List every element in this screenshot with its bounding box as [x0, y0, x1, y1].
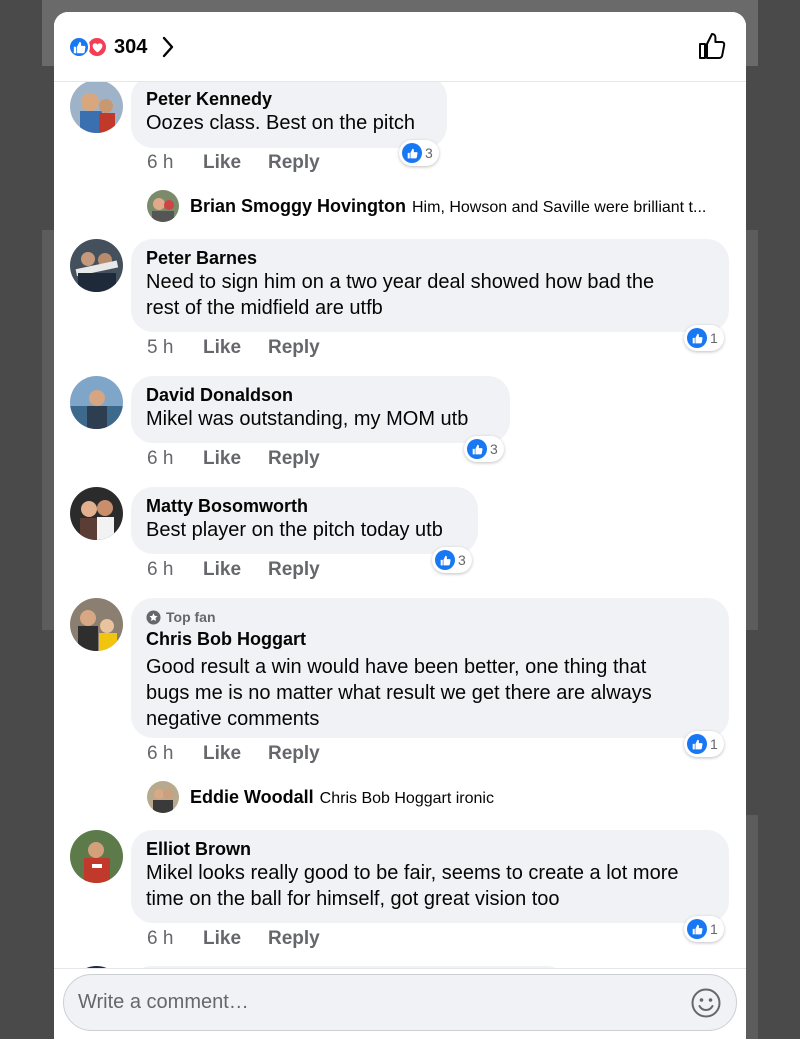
reply-link[interactable]: Reply — [268, 152, 320, 174]
comment-timestamp[interactable]: 6 h — [147, 743, 203, 765]
comment-timestamp[interactable]: 6 h — [147, 559, 203, 581]
reply-text: Him, Howson and Saville were brilliant t… — [412, 199, 707, 216]
top-fan-badge: Top fan — [146, 608, 714, 626]
like-icon — [435, 550, 455, 570]
comment-timestamp[interactable]: 6 h — [147, 152, 203, 174]
comment-text: Mikel looks really good to be fair, seem… — [146, 862, 679, 884]
avatar[interactable] — [70, 598, 123, 651]
reaction-badge[interactable]: 1 — [684, 325, 724, 351]
reaction-badge[interactable]: 3 — [399, 140, 439, 166]
reaction-badge[interactable]: 3 — [464, 436, 504, 462]
comment-author[interactable]: Chris Bob Hoggart — [146, 628, 714, 650]
reaction-count: 3 — [458, 552, 466, 568]
avatar[interactable] — [70, 487, 123, 540]
comment-actions: 5 h Like Reply — [147, 337, 320, 359]
avatar[interactable] — [70, 376, 123, 429]
comment-timestamp[interactable]: 6 h — [147, 928, 203, 950]
comments-list: Peter Kennedy Oozes class. Best on the p… — [54, 82, 746, 968]
like-icon — [402, 143, 422, 163]
chevron-right-icon[interactable] — [161, 36, 175, 58]
avatar[interactable] — [147, 190, 179, 222]
reaction-count: 1 — [710, 736, 718, 752]
avatar[interactable] — [70, 239, 123, 292]
comment-text: negative comments — [146, 708, 320, 730]
comment-text: Oozes class. Best on the pitch — [146, 112, 416, 134]
avatar[interactable] — [70, 82, 123, 133]
sheet-header: 304 — [54, 12, 746, 82]
like-link[interactable]: Like — [203, 448, 268, 470]
avatar[interactable] — [70, 830, 123, 883]
reaction-summary[interactable]: 304 — [68, 34, 175, 60]
reaction-count: 1 — [710, 330, 718, 346]
like-link[interactable]: Like — [203, 337, 268, 359]
comment-bubble: Top fan Chris Bob Hoggart Good result a … — [131, 598, 729, 738]
like-icon — [687, 919, 707, 939]
comment-composer-bar — [54, 968, 746, 1039]
comment-bubble: Peter Barnes Need to sign him on a two y… — [131, 239, 729, 332]
emoji-icon[interactable] — [690, 987, 722, 1019]
reaction-count: 3 — [490, 441, 498, 457]
comment-bubble: Matty Bosomworth Best player on the pitc… — [131, 487, 478, 554]
reply-text: Chris Bob Hoggart ironic — [319, 790, 494, 807]
like-icon — [687, 328, 707, 348]
comment-actions: 6 h Like Reply — [147, 448, 320, 470]
like-link[interactable]: Like — [203, 152, 268, 174]
like-link[interactable]: Like — [203, 743, 268, 765]
comment-bubble: Peter Kennedy Oozes class. Best on the p… — [131, 82, 447, 148]
comment-author[interactable]: Peter Barnes — [146, 247, 714, 269]
comment-bubble: David Donaldson Mikel was outstanding, m… — [131, 376, 510, 443]
avatar[interactable] — [147, 781, 179, 813]
like-button-icon[interactable] — [696, 30, 728, 62]
comment-timestamp[interactable]: 6 h — [147, 448, 203, 470]
background-feed-image — [744, 230, 758, 630]
like-icon — [68, 36, 90, 58]
comment-actions: 6 h Like Reply — [147, 928, 320, 950]
reaction-badge[interactable]: 3 — [432, 547, 472, 573]
comment-author[interactable]: Peter Kennedy — [146, 88, 432, 110]
like-link[interactable]: Like — [203, 928, 268, 950]
comment-text: Best player on the pitch today utb — [146, 519, 443, 541]
reply-link[interactable]: Reply — [268, 928, 320, 950]
reply-author: Brian Smoggy Hovington — [190, 196, 406, 216]
comment-text: Good result a win would have been better… — [146, 656, 647, 678]
reply-link[interactable]: Reply — [268, 337, 320, 359]
background-feed-image — [744, 815, 758, 1039]
comment-text: Mikel was outstanding, my MOM utb — [146, 408, 469, 430]
reply-link[interactable]: Reply — [268, 448, 320, 470]
comment-author[interactable]: David Donaldson — [146, 384, 495, 406]
comment-actions: 6 h Like Reply — [147, 559, 320, 581]
comment-text: time on the ball for himself, got great … — [146, 888, 560, 910]
reply-link[interactable]: Reply — [268, 559, 320, 581]
comment-author[interactable]: Matty Bosomworth — [146, 495, 463, 517]
comment-text: bugs me is no matter what result we get … — [146, 682, 652, 704]
comment-composer[interactable] — [63, 974, 737, 1031]
reaction-badge[interactable]: 1 — [684, 731, 724, 757]
reply-link[interactable]: Reply — [268, 743, 320, 765]
comment-bubble: Elliot Brown Mikel looks really good to … — [131, 830, 729, 923]
reactions-comments-sheet: 304 Peter Kennedy Oozes class. Best on t… — [54, 12, 746, 1039]
comment-actions: 6 h Like Reply — [147, 743, 320, 765]
top-fan-label: Top fan — [166, 609, 216, 625]
reaction-badge[interactable]: 1 — [684, 916, 724, 942]
comment-author[interactable]: Elliot Brown — [146, 838, 714, 860]
reaction-count: 304 — [114, 35, 148, 58]
star-badge-icon — [146, 609, 161, 625]
comment-timestamp[interactable]: 5 h — [147, 337, 203, 359]
like-icon — [467, 439, 487, 459]
like-icon — [687, 734, 707, 754]
like-link[interactable]: Like — [203, 559, 268, 581]
reply-preview[interactable]: Eddie Woodall Chris Bob Hoggart ironic — [190, 787, 720, 808]
comment-actions: 6 h Like Reply — [147, 152, 320, 174]
reply-preview[interactable]: Brian Smoggy Hovington Him, Howson and Sa… — [190, 196, 720, 217]
reaction-count: 1 — [710, 921, 718, 937]
comment-input[interactable] — [78, 975, 678, 1030]
reply-author: Eddie Woodall — [190, 787, 314, 807]
comment-text: rest of the midfield are utfb — [146, 297, 383, 319]
comment-text: Need to sign him on a two year deal show… — [146, 271, 655, 293]
reaction-count: 3 — [425, 145, 433, 161]
